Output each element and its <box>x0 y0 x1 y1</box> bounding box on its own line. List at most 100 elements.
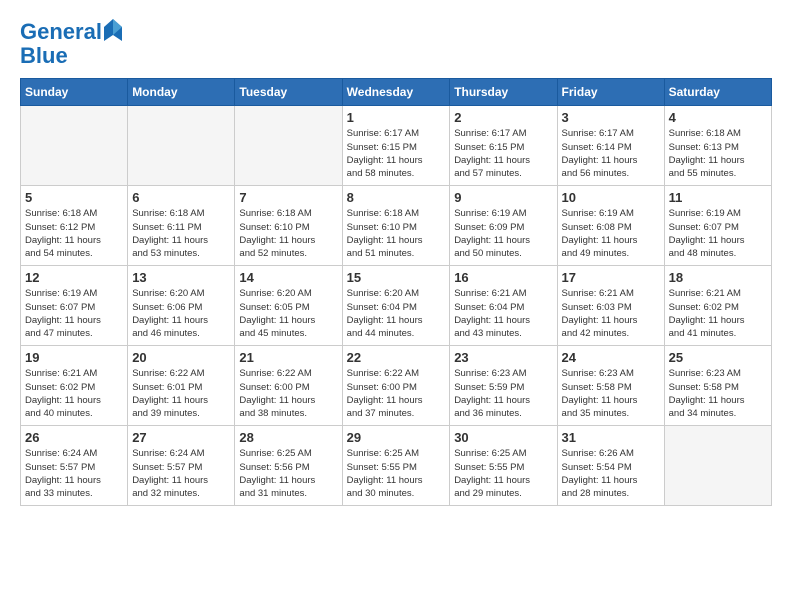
calendar-cell: 22 Sunrise: 6:22 AM Sunset: 6:00 PM Dayli… <box>342 346 450 426</box>
day-number: 31 <box>562 430 660 445</box>
day-info: Sunrise: 6:21 AM Sunset: 6:02 PM Dayligh… <box>669 287 767 340</box>
day-info: Sunrise: 6:17 AM Sunset: 6:15 PM Dayligh… <box>347 127 446 180</box>
calendar-cell: 28Sunrise: 6:25 AM Sunset: 5:56 PM Dayli… <box>235 426 342 506</box>
day-number: 23 <box>454 350 552 365</box>
calendar-week-row: 12 Sunrise: 6:19 AM Sunset: 6:07 PM Dayli… <box>21 266 772 346</box>
day-number: 1 <box>347 110 446 125</box>
day-info: Sunrise: 6:23 AM Sunset: 5:58 PM Dayligh… <box>562 367 660 420</box>
day-number: 13 <box>132 270 230 285</box>
calendar-cell: 30Sunrise: 6:25 AM Sunset: 5:55 PM Dayli… <box>450 426 557 506</box>
day-number: 15 <box>347 270 446 285</box>
day-info: Sunrise: 6:19 AM Sunset: 6:07 PM Dayligh… <box>669 207 767 260</box>
day-info: Sunrise: 6:18 AM Sunset: 6:10 PM Dayligh… <box>347 207 446 260</box>
day-number: 8 <box>347 190 446 205</box>
calendar-cell: 29 Sunrise: 6:25 AM Sunset: 5:55 PM Dayli… <box>342 426 450 506</box>
day-info: Sunrise: 6:19 AM Sunset: 6:07 PM Dayligh… <box>25 287 123 340</box>
calendar-cell: 12 Sunrise: 6:19 AM Sunset: 6:07 PM Dayli… <box>21 266 128 346</box>
calendar-cell: 19Sunrise: 6:21 AM Sunset: 6:02 PM Dayli… <box>21 346 128 426</box>
day-info: Sunrise: 6:22 AM Sunset: 6:01 PM Dayligh… <box>132 367 230 420</box>
calendar-cell: 16 Sunrise: 6:21 AM Sunset: 6:04 PM Dayli… <box>450 266 557 346</box>
day-number: 10 <box>562 190 660 205</box>
calendar-cell: 26 Sunrise: 6:24 AM Sunset: 5:57 PM Dayli… <box>21 426 128 506</box>
calendar-cell: 31 Sunrise: 6:26 AM Sunset: 5:54 PM Dayli… <box>557 426 664 506</box>
calendar-week-row: 5 Sunrise: 6:18 AM Sunset: 6:12 PM Daylig… <box>21 186 772 266</box>
logo-text-blue: Blue <box>20 44 122 68</box>
day-number: 12 <box>25 270 123 285</box>
calendar-cell: 8 Sunrise: 6:18 AM Sunset: 6:10 PM Daylig… <box>342 186 450 266</box>
weekday-header: Sunday <box>21 79 128 106</box>
day-number: 11 <box>669 190 767 205</box>
day-info: Sunrise: 6:18 AM Sunset: 6:12 PM Dayligh… <box>25 207 123 260</box>
day-number: 18 <box>669 270 767 285</box>
day-number: 9 <box>454 190 552 205</box>
calendar-cell: 9Sunrise: 6:19 AM Sunset: 6:09 PM Daylig… <box>450 186 557 266</box>
day-info: Sunrise: 6:21 AM Sunset: 6:03 PM Dayligh… <box>562 287 660 340</box>
day-info: Sunrise: 6:18 AM Sunset: 6:11 PM Dayligh… <box>132 207 230 260</box>
day-number: 30 <box>454 430 552 445</box>
calendar-week-row: 19Sunrise: 6:21 AM Sunset: 6:02 PM Dayli… <box>21 346 772 426</box>
calendar-cell <box>664 426 771 506</box>
weekday-header: Tuesday <box>235 79 342 106</box>
weekday-header: Thursday <box>450 79 557 106</box>
calendar-cell: 10 Sunrise: 6:19 AM Sunset: 6:08 PM Dayli… <box>557 186 664 266</box>
day-number: 26 <box>25 430 123 445</box>
logo-icon <box>104 19 122 41</box>
logo: General Blue <box>20 20 122 68</box>
day-number: 7 <box>239 190 337 205</box>
calendar-cell <box>235 106 342 186</box>
day-number: 17 <box>562 270 660 285</box>
calendar-week-row: 26 Sunrise: 6:24 AM Sunset: 5:57 PM Dayli… <box>21 426 772 506</box>
calendar-cell: 7Sunrise: 6:18 AM Sunset: 6:10 PM Daylig… <box>235 186 342 266</box>
calendar-cell: 1 Sunrise: 6:17 AM Sunset: 6:15 PM Daylig… <box>342 106 450 186</box>
calendar-cell: 23Sunrise: 6:23 AM Sunset: 5:59 PM Dayli… <box>450 346 557 426</box>
calendar-cell: 27Sunrise: 6:24 AM Sunset: 5:57 PM Dayli… <box>128 426 235 506</box>
calendar-cell: 25 Sunrise: 6:23 AM Sunset: 5:58 PM Dayli… <box>664 346 771 426</box>
day-number: 24 <box>562 350 660 365</box>
day-info: Sunrise: 6:25 AM Sunset: 5:55 PM Dayligh… <box>347 447 446 500</box>
calendar-cell: 5 Sunrise: 6:18 AM Sunset: 6:12 PM Daylig… <box>21 186 128 266</box>
day-info: Sunrise: 6:26 AM Sunset: 5:54 PM Dayligh… <box>562 447 660 500</box>
day-info: Sunrise: 6:24 AM Sunset: 5:57 PM Dayligh… <box>25 447 123 500</box>
calendar-cell <box>21 106 128 186</box>
day-number: 21 <box>239 350 337 365</box>
calendar-cell: 11 Sunrise: 6:19 AM Sunset: 6:07 PM Dayli… <box>664 186 771 266</box>
calendar-cell <box>128 106 235 186</box>
day-info: Sunrise: 6:25 AM Sunset: 5:56 PM Dayligh… <box>239 447 337 500</box>
calendar-cell: 14Sunrise: 6:20 AM Sunset: 6:05 PM Dayli… <box>235 266 342 346</box>
day-number: 29 <box>347 430 446 445</box>
day-info: Sunrise: 6:20 AM Sunset: 6:04 PM Dayligh… <box>347 287 446 340</box>
day-number: 5 <box>25 190 123 205</box>
day-info: Sunrise: 6:20 AM Sunset: 6:06 PM Dayligh… <box>132 287 230 340</box>
day-info: Sunrise: 6:17 AM Sunset: 6:14 PM Dayligh… <box>562 127 660 180</box>
day-info: Sunrise: 6:18 AM Sunset: 6:13 PM Dayligh… <box>669 127 767 180</box>
calendar-cell: 21 Sunrise: 6:22 AM Sunset: 6:00 PM Dayli… <box>235 346 342 426</box>
calendar-cell: 20Sunrise: 6:22 AM Sunset: 6:01 PM Dayli… <box>128 346 235 426</box>
calendar-cell: 4 Sunrise: 6:18 AM Sunset: 6:13 PM Daylig… <box>664 106 771 186</box>
day-number: 25 <box>669 350 767 365</box>
day-info: Sunrise: 6:23 AM Sunset: 5:58 PM Dayligh… <box>669 367 767 420</box>
day-info: Sunrise: 6:19 AM Sunset: 6:08 PM Dayligh… <box>562 207 660 260</box>
day-number: 6 <box>132 190 230 205</box>
day-info: Sunrise: 6:21 AM Sunset: 6:04 PM Dayligh… <box>454 287 552 340</box>
day-number: 19 <box>25 350 123 365</box>
calendar-week-row: 1 Sunrise: 6:17 AM Sunset: 6:15 PM Daylig… <box>21 106 772 186</box>
day-number: 4 <box>669 110 767 125</box>
weekday-header: Friday <box>557 79 664 106</box>
calendar-cell: 24 Sunrise: 6:23 AM Sunset: 5:58 PM Dayli… <box>557 346 664 426</box>
weekday-header: Saturday <box>664 79 771 106</box>
day-number: 2 <box>454 110 552 125</box>
day-info: Sunrise: 6:22 AM Sunset: 6:00 PM Dayligh… <box>347 367 446 420</box>
calendar-cell: 17 Sunrise: 6:21 AM Sunset: 6:03 PM Dayli… <box>557 266 664 346</box>
logo-text: General <box>20 20 102 44</box>
day-number: 16 <box>454 270 552 285</box>
day-number: 22 <box>347 350 446 365</box>
calendar-cell: 3 Sunrise: 6:17 AM Sunset: 6:14 PM Daylig… <box>557 106 664 186</box>
day-number: 27 <box>132 430 230 445</box>
calendar-cell: 15 Sunrise: 6:20 AM Sunset: 6:04 PM Dayli… <box>342 266 450 346</box>
day-number: 14 <box>239 270 337 285</box>
day-number: 3 <box>562 110 660 125</box>
day-info: Sunrise: 6:22 AM Sunset: 6:00 PM Dayligh… <box>239 367 337 420</box>
calendar-cell: 13 Sunrise: 6:20 AM Sunset: 6:06 PM Dayli… <box>128 266 235 346</box>
calendar-cell: 6 Sunrise: 6:18 AM Sunset: 6:11 PM Daylig… <box>128 186 235 266</box>
day-info: Sunrise: 6:17 AM Sunset: 6:15 PM Dayligh… <box>454 127 552 180</box>
